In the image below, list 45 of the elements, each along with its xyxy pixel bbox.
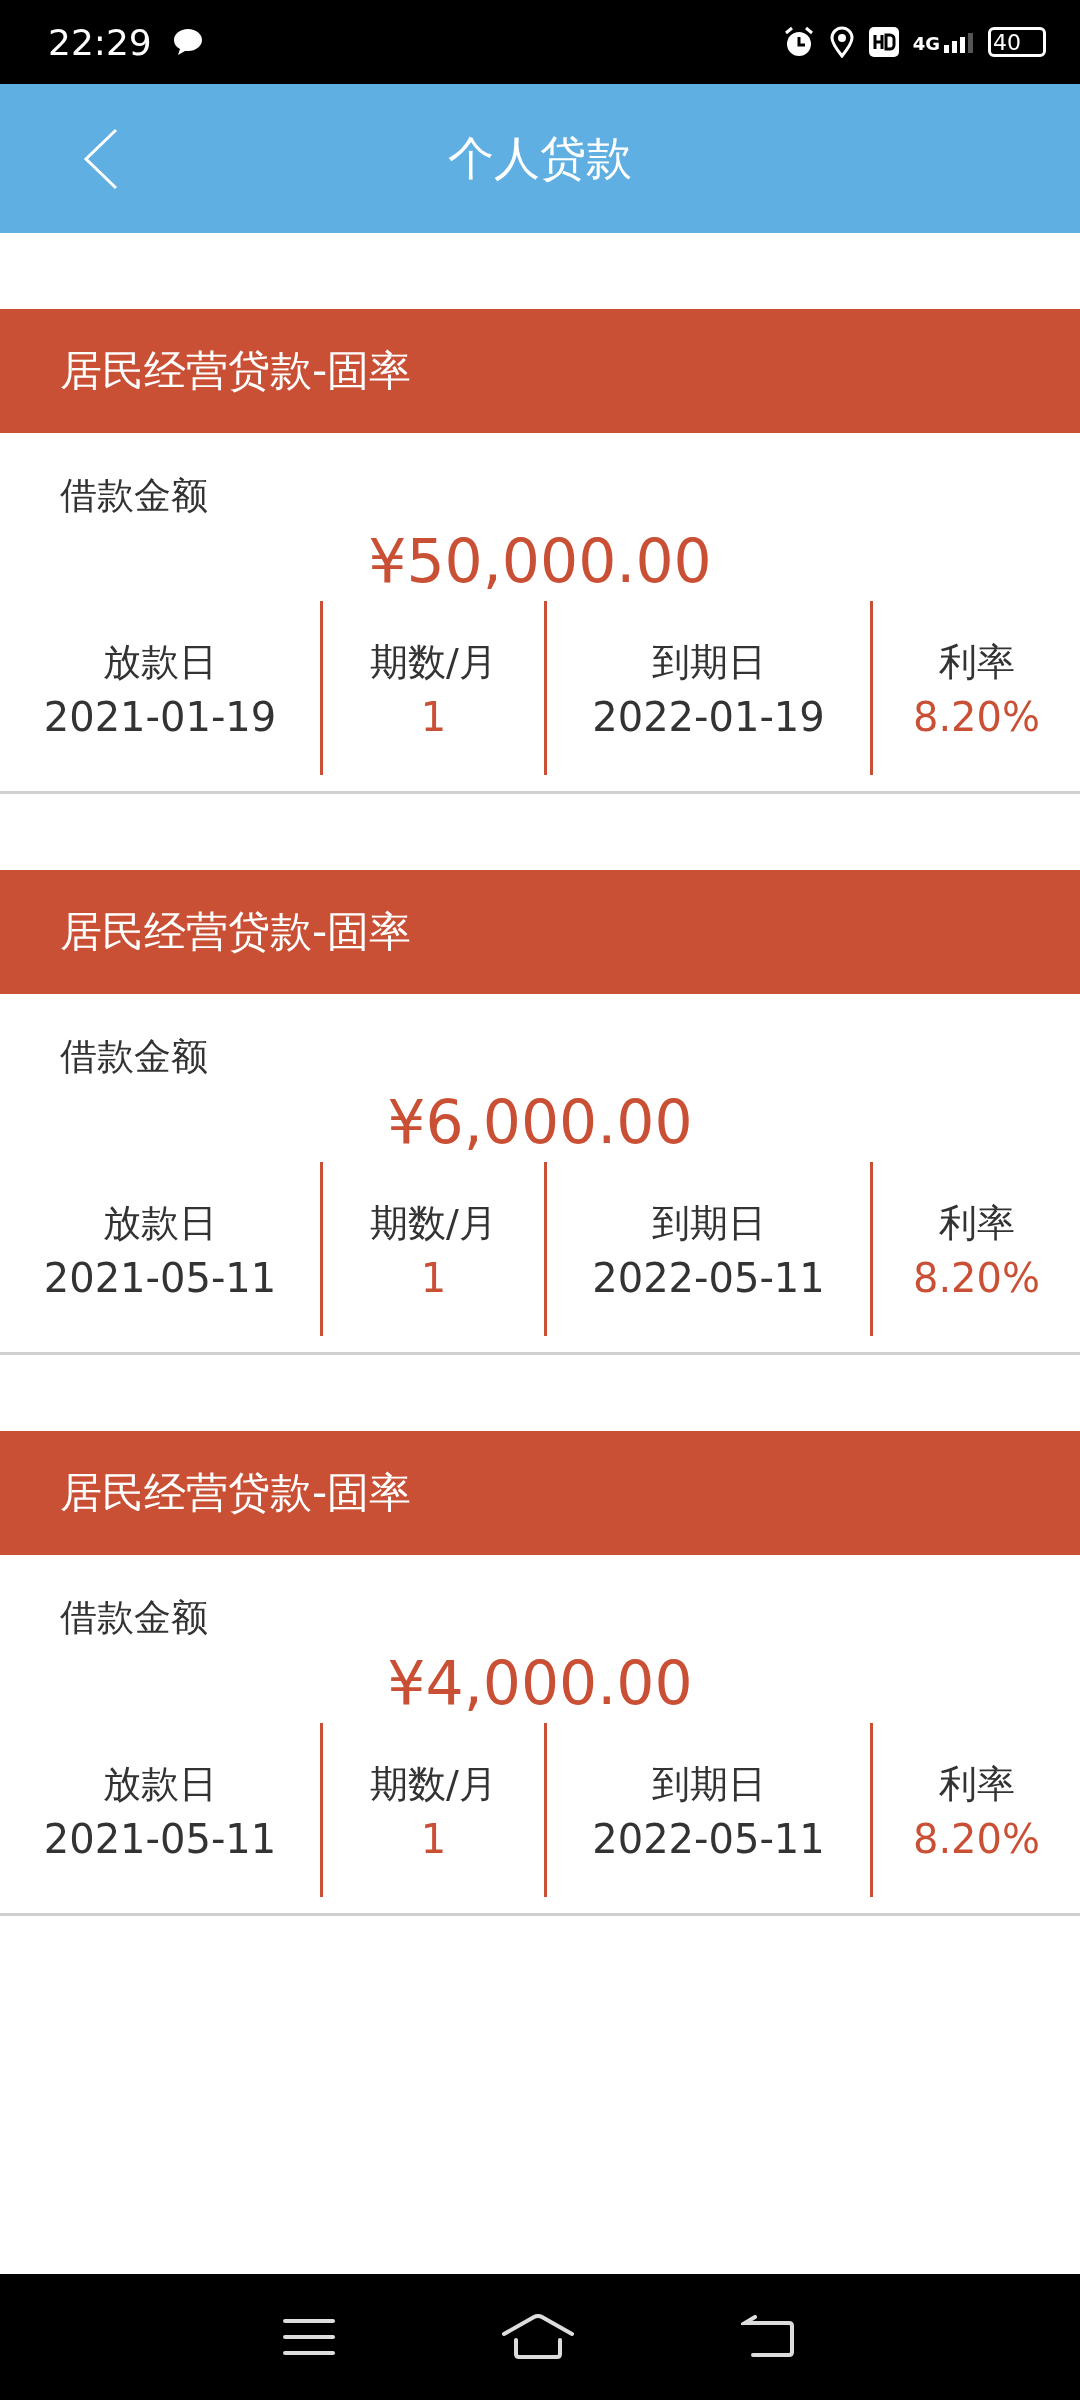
field-label: 到期日	[651, 1760, 766, 1808]
alarm-icon	[782, 26, 815, 58]
battery-level: 40	[988, 27, 1046, 57]
back-button[interactable]	[740, 2315, 797, 2359]
menu-button[interactable]	[283, 2317, 336, 2357]
field-label: 期数/月	[370, 1760, 497, 1808]
field-label: 放款日	[103, 1760, 217, 1808]
clock-time: 22:29	[48, 21, 152, 63]
field-label: 利率	[938, 1199, 1015, 1247]
page-title: 个人贷款	[448, 129, 632, 187]
field-value: 2022-05-11	[592, 1815, 825, 1862]
field-value: 1	[420, 1815, 447, 1862]
field-label: 放款日	[103, 638, 217, 686]
loan-title-bar: 居民经营贷款-固率	[0, 870, 1080, 994]
field-value: 8.20%	[912, 1254, 1041, 1301]
hd-icon	[868, 27, 899, 57]
amount-label: 借款金额	[59, 473, 209, 519]
signal-icon	[944, 31, 974, 53]
loan-amount: ¥4,000.00	[386, 1647, 694, 1720]
field-value: 8.20%	[912, 1815, 1041, 1862]
field-value: 2021-05-11	[43, 1254, 277, 1301]
field-label: 期数/月	[370, 638, 497, 686]
field-label: 到期日	[651, 638, 766, 686]
location-icon	[828, 26, 855, 58]
field-label: 放款日	[103, 1199, 217, 1247]
field-value: 2022-05-11	[592, 1254, 825, 1301]
field-label: 到期日	[651, 1199, 766, 1247]
message-icon	[171, 27, 204, 57]
field-value: 1	[420, 693, 447, 740]
amount-label: 借款金额	[59, 1595, 209, 1641]
loan-title-bar: 居民经营贷款-固率	[0, 1431, 1080, 1555]
field-label: 期数/月	[370, 1199, 497, 1247]
field-label: 利率	[938, 1760, 1015, 1808]
home-button[interactable]	[502, 2314, 574, 2360]
field-label: 利率	[938, 638, 1015, 686]
loan-title-bar: 居民经营贷款-固率	[0, 309, 1080, 433]
field-value: 2022-01-19	[592, 693, 825, 740]
network-type: 4G	[912, 35, 940, 53]
loan-amount: ¥50,000.00	[367, 525, 713, 598]
loan-amount: ¥6,000.00	[386, 1086, 694, 1159]
field-value: 8.20%	[912, 693, 1041, 740]
amount-label: 借款金额	[59, 1034, 209, 1080]
field-value: 2021-01-19	[43, 693, 277, 740]
field-value: 2021-05-11	[43, 1815, 277, 1862]
field-value: 1	[420, 1254, 447, 1301]
